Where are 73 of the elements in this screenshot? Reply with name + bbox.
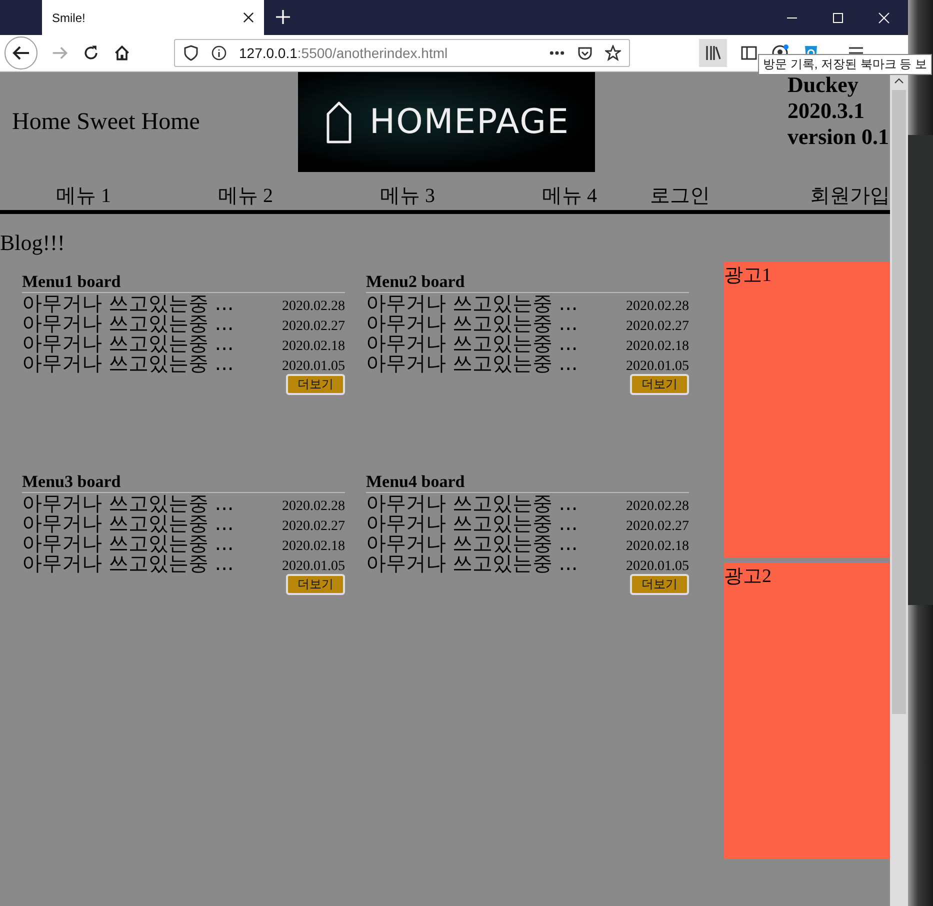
maximize-icon[interactable]: [832, 12, 844, 24]
post-link[interactable]: 아무거나 쓰고있는중 ...: [366, 513, 578, 533]
post-date: 2020.01.05: [282, 359, 345, 375]
back-icon[interactable]: [4, 36, 38, 70]
star-icon[interactable]: [605, 45, 621, 61]
sidebar-icon[interactable]: [740, 44, 758, 62]
ad-label: 광고2: [724, 566, 772, 587]
post-link[interactable]: 아무거나 쓰고있는중 ...: [22, 333, 234, 353]
close-icon[interactable]: [243, 12, 254, 23]
post-date: 2020.02.28: [282, 299, 345, 315]
post-date: 2020.02.18: [626, 339, 689, 355]
post-date: 2020.02.27: [626, 319, 689, 335]
more-button[interactable]: 더보기: [286, 574, 345, 595]
more-button[interactable]: 더보기: [286, 374, 345, 395]
scrollbar[interactable]: [890, 72, 908, 906]
post-link[interactable]: 아무거나 쓰고있는중 ...: [22, 293, 234, 313]
post-date: 2020.02.28: [626, 299, 689, 315]
post-date: 2020.01.05: [282, 559, 345, 575]
post-date: 2020.02.28: [282, 499, 345, 515]
more-button[interactable]: 더보기: [630, 574, 689, 595]
shield-icon[interactable]: [183, 45, 199, 61]
reload-icon[interactable]: [82, 44, 100, 62]
site-title: Home Sweet Home: [11, 108, 201, 136]
address-field[interactable]: 127.0.0.1:5500/anotherindex.html: [174, 39, 630, 67]
nav-link[interactable]: 메뉴 1: [56, 182, 111, 209]
post-date: 2020.02.27: [282, 319, 345, 335]
board-title: Menu3 board: [22, 472, 345, 493]
post-link[interactable]: 아무거나 쓰고있는중 ...: [366, 353, 578, 373]
library-button[interactable]: [699, 39, 727, 67]
post-date: 2020.02.18: [282, 339, 345, 355]
tooltip: 방문 기록, 저장된 북마크 등 보: [758, 54, 932, 75]
post-link[interactable]: 아무거나 쓰고있는중 ...: [22, 353, 234, 373]
post-link[interactable]: 아무거나 쓰고있는중 ...: [366, 293, 578, 313]
post-date: 2020.01.05: [626, 359, 689, 375]
logo-banner: HOMEPAGE: [298, 72, 595, 172]
post-link[interactable]: 아무거나 쓰고있는중 ...: [22, 533, 234, 553]
more-button[interactable]: 더보기: [630, 374, 689, 395]
nav-link[interactable]: 메뉴 2: [218, 182, 273, 209]
post-date: 2020.02.28: [626, 499, 689, 515]
more-icon[interactable]: [549, 50, 565, 56]
post-link[interactable]: 아무거나 쓰고있는중 ...: [366, 553, 578, 573]
post-link[interactable]: 아무거나 쓰고있는중 ...: [366, 333, 578, 353]
nav-link[interactable]: 로그인: [650, 182, 710, 209]
version-info: Duckey: [788, 72, 860, 98]
version-info: version 0.1: [788, 124, 889, 150]
nav-link[interactable]: 메뉴 4: [542, 182, 597, 209]
home-icon[interactable]: [113, 44, 131, 62]
scroll-up-icon[interactable]: [894, 78, 904, 84]
ad-label: 광고1: [724, 265, 772, 286]
board-title: Menu1 board: [22, 272, 345, 293]
post-link[interactable]: 아무거나 쓰고있는중 ...: [22, 313, 234, 333]
post-date: 2020.02.18: [626, 539, 689, 555]
post-date: 2020.02.27: [282, 519, 345, 535]
board-title: Menu4 board: [366, 472, 689, 493]
nav-link[interactable]: 메뉴 3: [380, 182, 435, 209]
post-date: 2020.01.05: [626, 559, 689, 575]
pocket-icon[interactable]: [577, 45, 593, 61]
post-link[interactable]: 아무거나 쓰고있는중 ...: [366, 493, 578, 513]
info-icon[interactable]: [211, 45, 227, 61]
nav-link[interactable]: 회원가입: [810, 182, 890, 209]
post-link[interactable]: 아무거나 쓰고있는중 ...: [22, 493, 234, 513]
new-tab-icon[interactable]: [276, 10, 290, 24]
post-date: 2020.02.18: [282, 539, 345, 555]
url-text: 127.0.0.1:5500/anotherindex.html: [239, 45, 448, 61]
board-title: Menu2 board: [366, 272, 689, 293]
blog-heading: Blog!!!: [0, 230, 66, 256]
post-link[interactable]: 아무거나 쓰고있는중 ...: [366, 313, 578, 333]
version-info: 2020.3.1: [788, 98, 866, 124]
post-date: 2020.02.27: [626, 519, 689, 535]
post-link[interactable]: 아무거나 쓰고있는중 ...: [366, 533, 578, 553]
post-link[interactable]: 아무거나 쓰고있는중 ...: [22, 553, 234, 573]
browser-tab[interactable]: Smile!: [42, 0, 264, 35]
post-link[interactable]: 아무거나 쓰고있는중 ...: [22, 513, 234, 533]
